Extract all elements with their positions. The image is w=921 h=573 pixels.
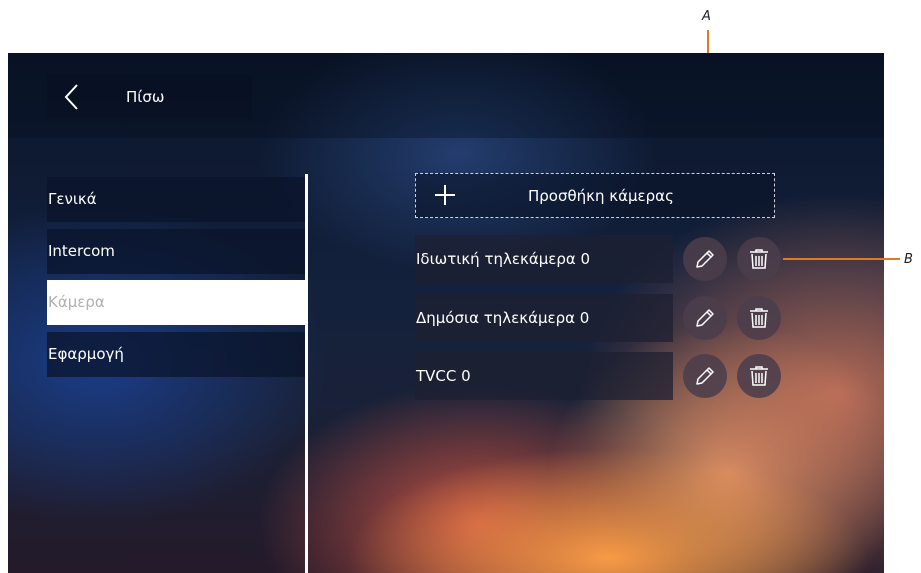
delete-button[interactable]: [737, 296, 781, 340]
delete-button[interactable]: [737, 237, 781, 281]
callout-label-a: A: [702, 9, 711, 24]
camera-name[interactable]: Δημόσια τηλεκάμερα 0: [415, 294, 673, 342]
edit-button[interactable]: [683, 237, 727, 281]
delete-button[interactable]: [737, 354, 781, 398]
add-camera-label: Προσθήκη κάμερας: [528, 187, 674, 205]
sidebar-item-camera[interactable]: Κάμερα: [47, 280, 305, 325]
pencil-icon: [696, 250, 714, 268]
trash-icon: [750, 366, 768, 386]
camera-name[interactable]: Ιδιωτική τηλεκάμερα 0: [415, 235, 673, 283]
pencil-icon: [696, 309, 714, 327]
plus-icon: [433, 183, 457, 211]
sidebar-item-label: Γενικά: [48, 190, 97, 208]
camera-row: Ιδιωτική τηλεκάμερα 0: [415, 235, 673, 283]
divider: [305, 174, 308, 573]
edit-button[interactable]: [683, 354, 727, 398]
callout-label-b: B: [904, 252, 913, 267]
camera-row: Δημόσια τηλεκάμερα 0: [415, 294, 673, 342]
chevron-left-icon: [63, 83, 81, 115]
sidebar-item-label: Εφαρμογή: [48, 345, 124, 363]
trash-icon: [750, 249, 768, 269]
edit-button[interactable]: [683, 296, 727, 340]
camera-row: TVCC 0: [415, 352, 673, 400]
back-button[interactable]: Πίσω: [47, 74, 252, 119]
pencil-icon: [696, 367, 714, 385]
back-label: Πίσω: [126, 88, 165, 106]
trash-icon: [750, 308, 768, 328]
sidebar-item-label: Intercom: [48, 242, 115, 260]
sidebar-item-intercom[interactable]: Intercom: [47, 229, 305, 274]
camera-name[interactable]: TVCC 0: [415, 352, 673, 400]
sidebar-item-label: Κάμερα: [48, 293, 105, 311]
sidebar-item-application[interactable]: Εφαρμογή: [47, 332, 305, 377]
sidebar-item-general[interactable]: Γενικά: [47, 177, 305, 222]
device-screen: Πίσω Γενικά Intercom Κάμερα Εφαρμογή Προ…: [8, 53, 884, 573]
add-camera-button[interactable]: Προσθήκη κάμερας: [415, 173, 775, 218]
callout-line-b: [783, 258, 900, 260]
